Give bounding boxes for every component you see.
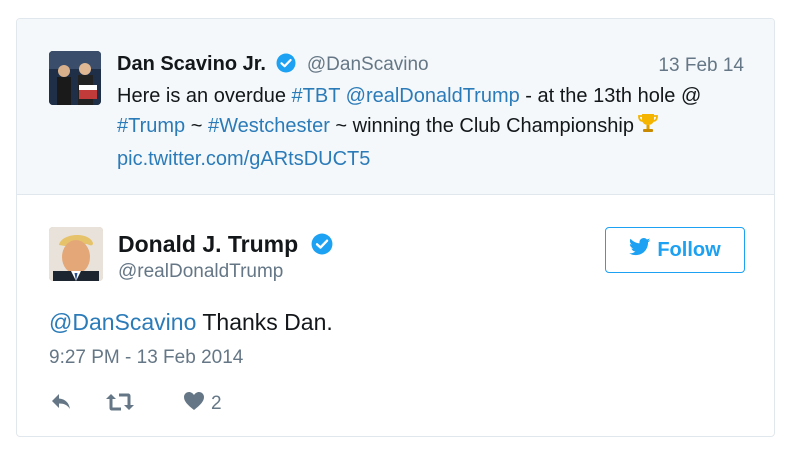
quoted-text-segment: Here is an overdue: [117, 85, 292, 107]
quoted-author-handle[interactable]: @DanScavino: [307, 54, 429, 75]
quoted-text-segment: ~ winning the Club Championship: [329, 115, 634, 137]
quoted-author-avatar[interactable]: [49, 51, 101, 105]
hashtag-link[interactable]: #Westchester: [208, 115, 330, 137]
quoted-text-segment: ~: [185, 115, 208, 137]
follow-label[interactable]: Follow: [657, 239, 720, 262]
author-avatar[interactable]: [49, 227, 103, 281]
retweet-icon: [105, 391, 135, 418]
tweet-actions: 2: [49, 391, 349, 417]
author-handle[interactable]: @realDonaldTrump: [118, 261, 283, 283]
retweet-button[interactable]: [105, 391, 135, 418]
twitter-bird-icon: [629, 238, 651, 262]
follow-button[interactable]: Follow: [605, 227, 745, 273]
tweet-embed-card: Dan Scavino Jr. @DanScavino 13 Feb 14 He…: [16, 18, 775, 437]
quoted-author-name[interactable]: Dan Scavino Jr.: [117, 53, 266, 75]
author-name[interactable]: Donald J. Trump: [118, 231, 333, 261]
trophy-icon: [636, 111, 660, 144]
reply-button[interactable]: [49, 391, 73, 416]
quoted-tweet-text: Here is an overdue #TBT @realDonaldTrump…: [117, 81, 737, 174]
hashtag-link[interactable]: #Trump: [117, 115, 185, 137]
verified-badge-icon: [276, 53, 296, 78]
author-name-text[interactable]: Donald J. Trump: [118, 231, 298, 257]
hashtag-link[interactable]: #TBT: [292, 85, 341, 107]
quoted-tweet[interactable]: Dan Scavino Jr. @DanScavino 13 Feb 14 He…: [17, 19, 774, 195]
like-button[interactable]: 2: [183, 391, 222, 416]
quoted-tweet-date[interactable]: 13 Feb 14: [658, 55, 744, 77]
mention-link[interactable]: @realDonaldTrump: [346, 85, 520, 107]
heart-icon: [183, 391, 205, 416]
tweet-text: @DanScavino Thanks Dan.: [49, 309, 333, 336]
quoted-text-segment: - at the 13th hole @: [519, 85, 702, 107]
pic-link[interactable]: pic.twitter.com/gARtsDUCT5: [117, 148, 370, 170]
tweet-text-body: Thanks Dan.: [196, 309, 333, 335]
tweet-timestamp[interactable]: 9:27 PM - 13 Feb 2014: [49, 347, 243, 369]
like-count: 2: [211, 392, 222, 414]
mention-link[interactable]: @DanScavino: [49, 309, 196, 335]
reply-icon: [49, 391, 73, 416]
verified-badge-icon: [311, 233, 333, 261]
